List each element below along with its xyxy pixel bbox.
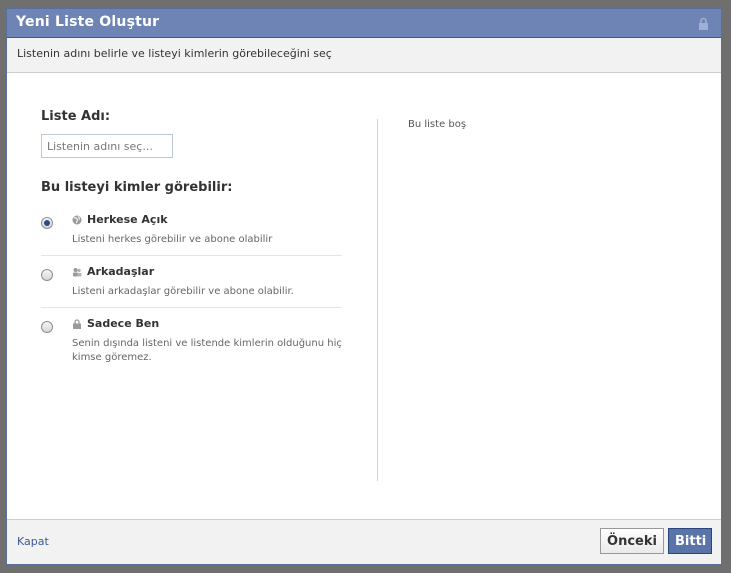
radio-only-me[interactable] — [41, 321, 53, 333]
dialog-subtitle: Listenin adını belirle ve listeyi kimler… — [7, 38, 721, 73]
close-link[interactable]: Kapat — [17, 535, 49, 548]
dialog-title: Yeni Liste Oluştur — [16, 14, 160, 30]
option-title: Sadece Ben — [87, 317, 160, 330]
radio-friends[interactable] — [41, 269, 53, 281]
visibility-options: Herkese Açık Listeni herkes görebilir ve… — [41, 213, 342, 373]
visibility-option-public[interactable]: Herkese Açık Listeni herkes görebilir ve… — [41, 213, 342, 256]
visibility-option-only-me[interactable]: Sadece Ben Senin dışında listeni ve list… — [41, 317, 342, 373]
option-description: Listeni arkadaşlar görebilir ve abone ol… — [72, 286, 294, 297]
option-title: Arkadaşlar — [87, 265, 155, 278]
list-settings-form: Liste Adı: Bu listeyi kimler görebilir: … — [41, 109, 342, 382]
visibility-label: Bu listeyi kimler görebilir: — [41, 180, 233, 195]
list-name-input[interactable] — [41, 134, 173, 158]
previous-button[interactable]: Önceki — [600, 528, 664, 554]
lock-icon — [73, 318, 81, 329]
list-members-empty-text: Bu liste boş — [408, 119, 467, 130]
dialog-title-bar: Yeni Liste Oluştur — [7, 9, 721, 38]
option-title: Herkese Açık — [87, 213, 168, 226]
column-divider — [377, 119, 378, 481]
visibility-option-friends[interactable]: Arkadaşlar Listeni arkadaşlar görebilir … — [41, 265, 342, 308]
lock-icon — [699, 17, 708, 30]
dialog-footer: Kapat Önceki Bitti — [7, 519, 721, 564]
globe-icon — [72, 215, 82, 224]
radio-public[interactable] — [41, 217, 53, 229]
friends-icon — [73, 267, 82, 276]
create-list-dialog: Yeni Liste Oluştur Listenin adını belirl… — [6, 8, 722, 565]
option-description: Senin dışında listeni ve listende kimler… — [72, 338, 342, 363]
done-button[interactable]: Bitti — [668, 528, 712, 554]
option-description: Listeni herkes görebilir ve abone olabil… — [72, 234, 273, 245]
list-name-label: Liste Adı: — [41, 109, 111, 124]
dialog-body: Liste Adı: Bu listeyi kimler görebilir: … — [7, 73, 721, 521]
